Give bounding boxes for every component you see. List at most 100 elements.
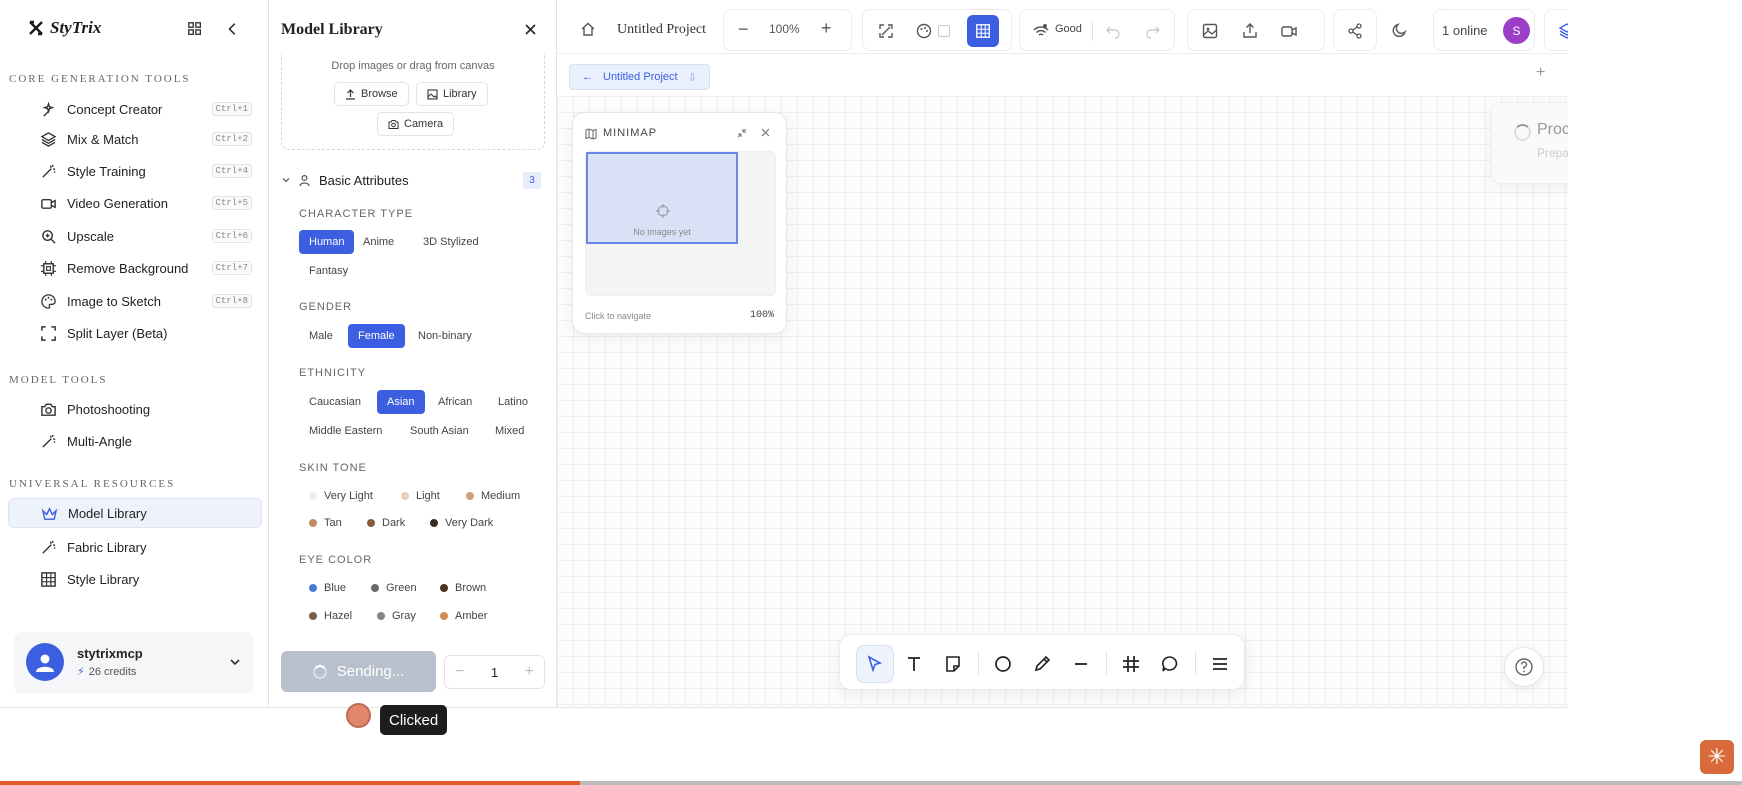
skin-tone-option[interactable]: Very Light (309, 487, 373, 505)
video-icon[interactable] (1280, 22, 1298, 40)
eye-color-option[interactable]: Hazel (309, 607, 352, 625)
share-button[interactable] (1333, 9, 1377, 51)
user-card[interactable]: stytrixmcp ⚡ 26 credits (14, 632, 254, 694)
color-swatch[interactable] (938, 25, 950, 37)
quantity-value[interactable]: 1 (491, 665, 498, 680)
sidebar-item-fabric-library[interactable]: Fabric Library (8, 532, 262, 562)
export-icon[interactable] (1241, 22, 1259, 40)
character-type-option[interactable]: Fantasy (299, 259, 358, 283)
home-icon[interactable] (580, 21, 596, 37)
sidebar-item-upscale[interactable]: Upscale Ctrl+6 (8, 221, 262, 251)
character-type-option[interactable]: Anime (353, 230, 404, 254)
palette-icon[interactable] (915, 22, 933, 40)
eye-color-name: Brown (455, 582, 487, 594)
ellipse-tool-button[interactable] (984, 645, 1022, 683)
sidebar-item-mix-match[interactable]: Mix & Match Ctrl+2 (8, 124, 262, 154)
ethnicity-option[interactable]: Caucasian (299, 390, 371, 414)
pen-tool-button[interactable] (1023, 645, 1061, 683)
layers-button[interactable] (1544, 9, 1568, 51)
eye-color-option[interactable]: Blue (309, 579, 346, 597)
comment-tool-button[interactable] (1151, 645, 1189, 683)
undo-icon[interactable] (1104, 22, 1122, 40)
fit-screen-icon[interactable] (877, 22, 895, 40)
layout-grid-icon[interactable] (186, 20, 204, 38)
sidebar-item-video-generation[interactable]: Video Generation Ctrl+5 (8, 188, 262, 218)
asterisk-logo-icon[interactable]: ✳ (1700, 740, 1734, 774)
sidebar-item-label: Remove Background (67, 260, 189, 276)
minimap-area[interactable]: No images yet (585, 151, 776, 296)
note-tool-button[interactable] (934, 645, 972, 683)
ethnicity-option[interactable]: Mixed (485, 419, 534, 443)
ethnicity-option[interactable]: South Asian (400, 419, 479, 443)
skin-tone-option[interactable]: Dark (367, 514, 405, 532)
library-button[interactable]: Library (416, 82, 488, 106)
camera-button[interactable]: Camera (377, 112, 455, 136)
menu-button[interactable] (1201, 645, 1239, 683)
send-button[interactable]: Sending... (281, 651, 436, 692)
decrement-button[interactable]: − (455, 663, 464, 681)
ethnicity-option[interactable]: Middle Eastern (299, 419, 392, 443)
avatar (26, 643, 64, 681)
close-icon[interactable] (523, 22, 538, 37)
group-title: Basic Attributes (319, 173, 409, 188)
ethnicity-option[interactable]: Latino (488, 390, 538, 414)
skin-tone-option[interactable]: Medium (466, 487, 520, 505)
sidebar-item-remove-background[interactable]: Remove Background Ctrl+7 (8, 253, 262, 283)
presence-indicator[interactable]: 1 online S (1433, 9, 1535, 51)
grid-toggle-button[interactable] (967, 15, 999, 47)
sidebar-item-label: Photoshooting (67, 401, 151, 417)
chevron-down-icon[interactable] (228, 655, 242, 669)
canvas[interactable]: ← Untitled Project ⇩ + MINIMAP No images… (557, 54, 1568, 707)
eye-color-option[interactable]: Brown (440, 579, 486, 597)
color-swatch (309, 519, 317, 527)
sidebar-item-style-library[interactable]: Style Library (8, 564, 262, 594)
ethnicity-option[interactable]: African (428, 390, 482, 414)
collapse-sidebar-icon[interactable] (224, 20, 242, 38)
pin-icon[interactable]: ⇩ (688, 71, 697, 84)
chevron-down-icon (282, 178, 290, 183)
text-tool-button[interactable] (895, 645, 933, 683)
sidebar-item-split-layer[interactable]: Split Layer (Beta) (8, 318, 262, 348)
sidebar-item-multi-angle[interactable]: Multi-Angle (8, 426, 262, 456)
image-drop-zone[interactable]: Drop images or drag from canvas Browse L… (281, 54, 545, 150)
color-swatch (466, 492, 474, 500)
gender-option[interactable]: Female (348, 324, 405, 348)
tab-untitled-project[interactable]: ← Untitled Project ⇩ (569, 64, 710, 90)
eye-color-option[interactable]: Amber (440, 607, 487, 625)
divider (1092, 21, 1093, 41)
sidebar-item-style-training[interactable]: Style Training Ctrl+4 (8, 156, 262, 186)
eye-color-option[interactable]: Gray (377, 607, 416, 625)
project-title[interactable]: Untitled Project (617, 22, 706, 38)
skin-tone-option[interactable]: Light (401, 487, 440, 505)
sidebar-item-photoshooting[interactable]: Photoshooting (8, 394, 262, 424)
shortcut-badge: Ctrl+1 (211, 102, 252, 116)
eye-color-option[interactable]: Green (371, 579, 417, 597)
frame-icon (1123, 656, 1139, 672)
gender-option[interactable]: Non-binary (408, 324, 482, 348)
zoom-out-button[interactable]: − (738, 19, 749, 40)
character-type-option[interactable]: Human (299, 230, 355, 254)
image-icon[interactable] (1201, 22, 1219, 40)
theme-toggle-button[interactable] (1378, 9, 1422, 51)
ethnicity-option[interactable]: Asian (377, 390, 425, 414)
sidebar-item-concept-creator[interactable]: Concept Creator Ctrl+1 (8, 94, 262, 124)
minimize-icon[interactable] (736, 127, 748, 139)
frame-tool-button[interactable] (1112, 645, 1150, 683)
sidebar-item-image-to-sketch[interactable]: Image to Sketch Ctrl+8 (8, 286, 262, 316)
brand-logo[interactable]: StyTrix (28, 18, 101, 38)
character-type-option[interactable]: 3D Stylized (413, 230, 489, 254)
gender-option[interactable]: Male (299, 324, 343, 348)
line-tool-button[interactable] (1062, 645, 1100, 683)
close-icon[interactable] (760, 127, 771, 138)
select-tool-button[interactable] (856, 645, 894, 683)
redo-icon[interactable] (1144, 22, 1162, 40)
increment-button[interactable]: + (525, 663, 534, 681)
basic-attributes-header[interactable]: Basic Attributes 3 (281, 172, 545, 190)
help-button[interactable] (1504, 647, 1544, 687)
minimap: MINIMAP No images yet Click to navigate … (572, 112, 787, 334)
skin-tone-option[interactable]: Tan (309, 514, 342, 532)
browse-button[interactable]: Browse (334, 82, 409, 106)
skin-tone-option[interactable]: Very Dark (430, 514, 493, 532)
zoom-in-button[interactable]: + (821, 18, 832, 39)
sidebar-item-model-library[interactable]: Model Library (8, 498, 262, 528)
